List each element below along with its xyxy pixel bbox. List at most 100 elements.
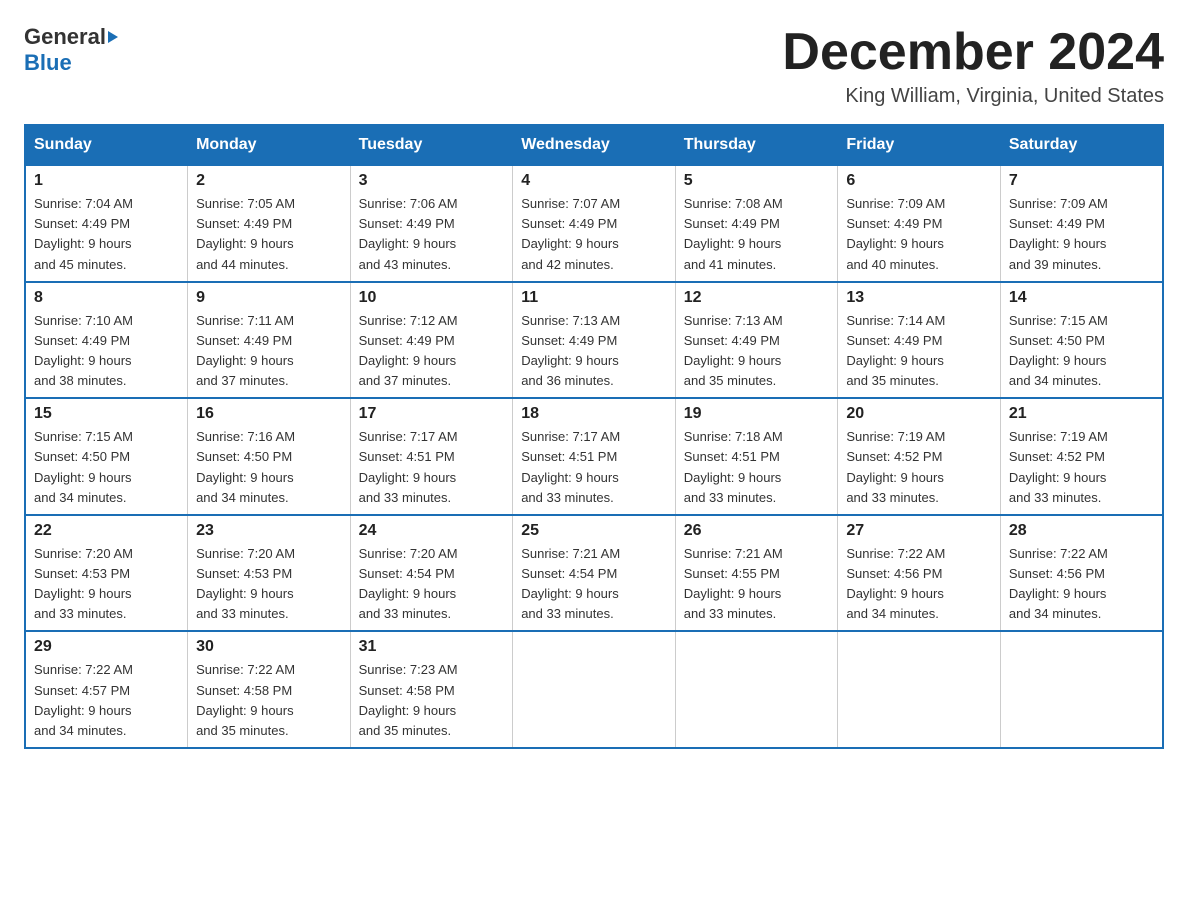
calendar-cell: 21 Sunrise: 7:19 AMSunset: 4:52 PMDayligh… <box>1000 398 1163 515</box>
day-number: 27 <box>846 522 992 540</box>
logo-triangle-icon <box>108 31 118 43</box>
calendar-header-wednesday: Wednesday <box>513 125 676 165</box>
day-info: Sunrise: 7:22 AMSunset: 4:56 PMDaylight:… <box>1009 544 1154 625</box>
day-number: 12 <box>684 289 830 307</box>
day-number: 14 <box>1009 289 1154 307</box>
calendar-cell: 4 Sunrise: 7:07 AMSunset: 4:49 PMDaylight… <box>513 165 676 282</box>
title-section: December 2024 King William, Virginia, Un… <box>782 24 1164 108</box>
calendar-cell <box>1000 631 1163 748</box>
day-number: 22 <box>34 522 179 540</box>
calendar-cell: 18 Sunrise: 7:17 AMSunset: 4:51 PMDayligh… <box>513 398 676 515</box>
calendar-cell: 5Sunrise: 7:08 AMSunset: 4:49 PMDaylight… <box>675 165 838 282</box>
day-number: 28 <box>1009 522 1154 540</box>
day-number: 24 <box>359 522 505 540</box>
day-info: Sunrise: 7:05 AMSunset: 4:49 PMDaylight:… <box>196 194 342 275</box>
day-info: Sunrise: 7:20 AMSunset: 4:53 PMDaylight:… <box>196 544 342 625</box>
day-number: 11 <box>521 289 667 307</box>
day-number: 29 <box>34 638 179 656</box>
calendar-header-row: SundayMondayTuesdayWednesdayThursdayFrid… <box>25 125 1163 165</box>
day-number: 9 <box>196 289 342 307</box>
calendar-cell: 22Sunrise: 7:20 AMSunset: 4:53 PMDayligh… <box>25 515 188 632</box>
day-info: Sunrise: 7:04 AMSunset: 4:49 PMDaylight:… <box>34 194 179 275</box>
day-info: Sunrise: 7:13 AMSunset: 4:49 PMDaylight:… <box>684 311 830 392</box>
day-number: 23 <box>196 522 342 540</box>
day-info: Sunrise: 7:17 AMSunset: 4:51 PMDaylight:… <box>359 427 505 508</box>
calendar-cell: 27Sunrise: 7:22 AMSunset: 4:56 PMDayligh… <box>838 515 1001 632</box>
calendar-week-row: 22 Sunrise: 7:20 AMSunset: 4:53 PMDayligh… <box>25 515 1163 632</box>
calendar-cell: 9 Sunrise: 7:11 AMSunset: 4:49 PMDaylight… <box>188 282 351 399</box>
calendar-cell: 28 Sunrise: 7:22 AMSunset: 4:56 PMDayligh… <box>1000 515 1163 632</box>
calendar-header-friday: Friday <box>838 125 1001 165</box>
day-number: 26 <box>684 522 830 540</box>
day-number: 19 <box>684 405 830 423</box>
calendar-cell: 13Sunrise: 7:14 AMSunset: 4:49 PMDayligh… <box>838 282 1001 399</box>
day-number: 31 <box>359 638 505 656</box>
day-number: 18 <box>521 405 667 423</box>
calendar-cell: 24 Sunrise: 7:20 AMSunset: 4:54 PMDayligh… <box>350 515 513 632</box>
day-info: Sunrise: 7:18 AMSunset: 4:51 PMDaylight:… <box>684 427 830 508</box>
page-header: General Blue December 2024 King William,… <box>24 24 1164 108</box>
day-info: Sunrise: 7:13 AMSunset: 4:49 PMDaylight:… <box>521 311 667 392</box>
calendar-cell: 30Sunrise: 7:22 AMSunset: 4:58 PMDayligh… <box>188 631 351 748</box>
day-number: 4 <box>521 172 667 190</box>
day-number: 10 <box>359 289 505 307</box>
calendar-header-saturday: Saturday <box>1000 125 1163 165</box>
day-info: Sunrise: 7:10 AMSunset: 4:49 PMDaylight:… <box>34 311 179 392</box>
day-number: 1 <box>34 172 179 190</box>
day-info: Sunrise: 7:19 AMSunset: 4:52 PMDaylight:… <box>846 427 992 508</box>
day-info: Sunrise: 7:19 AMSunset: 4:52 PMDaylight:… <box>1009 427 1154 508</box>
day-number: 17 <box>359 405 505 423</box>
day-number: 5 <box>684 172 830 190</box>
calendar-table: SundayMondayTuesdayWednesdayThursdayFrid… <box>24 124 1164 749</box>
day-number: 20 <box>846 405 992 423</box>
calendar-cell: 3 Sunrise: 7:06 AMSunset: 4:49 PMDaylight… <box>350 165 513 282</box>
calendar-cell: 25Sunrise: 7:21 AMSunset: 4:54 PMDayligh… <box>513 515 676 632</box>
day-number: 25 <box>521 522 667 540</box>
calendar-cell: 11 Sunrise: 7:13 AMSunset: 4:49 PMDayligh… <box>513 282 676 399</box>
day-info: Sunrise: 7:11 AMSunset: 4:49 PMDaylight:… <box>196 311 342 392</box>
calendar-cell <box>675 631 838 748</box>
day-info: Sunrise: 7:06 AMSunset: 4:49 PMDaylight:… <box>359 194 505 275</box>
day-number: 6 <box>846 172 992 190</box>
day-number: 21 <box>1009 405 1154 423</box>
logo-general-text: General <box>24 24 106 50</box>
calendar-cell: 26 Sunrise: 7:21 AMSunset: 4:55 PMDayligh… <box>675 515 838 632</box>
calendar-cell: 15Sunrise: 7:15 AMSunset: 4:50 PMDayligh… <box>25 398 188 515</box>
month-title: December 2024 <box>782 24 1164 81</box>
day-info: Sunrise: 7:09 AMSunset: 4:49 PMDaylight:… <box>1009 194 1154 275</box>
calendar-cell: 8 Sunrise: 7:10 AMSunset: 4:49 PMDaylight… <box>25 282 188 399</box>
calendar-header-sunday: Sunday <box>25 125 188 165</box>
day-info: Sunrise: 7:20 AMSunset: 4:54 PMDaylight:… <box>359 544 505 625</box>
day-info: Sunrise: 7:22 AMSunset: 4:57 PMDaylight:… <box>34 660 179 741</box>
calendar-header-monday: Monday <box>188 125 351 165</box>
calendar-cell: 19 Sunrise: 7:18 AMSunset: 4:51 PMDayligh… <box>675 398 838 515</box>
calendar-cell: 2Sunrise: 7:05 AMSunset: 4:49 PMDaylight… <box>188 165 351 282</box>
day-number: 16 <box>196 405 342 423</box>
day-info: Sunrise: 7:07 AMSunset: 4:49 PMDaylight:… <box>521 194 667 275</box>
calendar-cell: 7 Sunrise: 7:09 AMSunset: 4:49 PMDaylight… <box>1000 165 1163 282</box>
day-info: Sunrise: 7:09 AMSunset: 4:49 PMDaylight:… <box>846 194 992 275</box>
day-info: Sunrise: 7:23 AMSunset: 4:58 PMDaylight:… <box>359 660 505 741</box>
calendar-cell: 12 Sunrise: 7:13 AMSunset: 4:49 PMDayligh… <box>675 282 838 399</box>
day-info: Sunrise: 7:17 AMSunset: 4:51 PMDaylight:… <box>521 427 667 508</box>
day-number: 7 <box>1009 172 1154 190</box>
calendar-cell <box>838 631 1001 748</box>
calendar-header-tuesday: Tuesday <box>350 125 513 165</box>
calendar-cell: 29 Sunrise: 7:22 AMSunset: 4:57 PMDayligh… <box>25 631 188 748</box>
calendar-cell: 10Sunrise: 7:12 AMSunset: 4:49 PMDayligh… <box>350 282 513 399</box>
day-number: 8 <box>34 289 179 307</box>
calendar-cell: 23 Sunrise: 7:20 AMSunset: 4:53 PMDayligh… <box>188 515 351 632</box>
calendar-cell: 14 Sunrise: 7:15 AMSunset: 4:50 PMDayligh… <box>1000 282 1163 399</box>
logo: General Blue <box>24 24 118 76</box>
day-info: Sunrise: 7:21 AMSunset: 4:55 PMDaylight:… <box>684 544 830 625</box>
day-info: Sunrise: 7:22 AMSunset: 4:58 PMDaylight:… <box>196 660 342 741</box>
location-text: King William, Virginia, United States <box>782 85 1164 108</box>
day-info: Sunrise: 7:16 AMSunset: 4:50 PMDaylight:… <box>196 427 342 508</box>
calendar-cell <box>513 631 676 748</box>
calendar-week-row: 15Sunrise: 7:15 AMSunset: 4:50 PMDayligh… <box>25 398 1163 515</box>
logo-blue-text: Blue <box>24 50 72 76</box>
calendar-header-thursday: Thursday <box>675 125 838 165</box>
day-info: Sunrise: 7:15 AMSunset: 4:50 PMDaylight:… <box>1009 311 1154 392</box>
calendar-week-row: 1 Sunrise: 7:04 AMSunset: 4:49 PMDaylight… <box>25 165 1163 282</box>
day-number: 3 <box>359 172 505 190</box>
